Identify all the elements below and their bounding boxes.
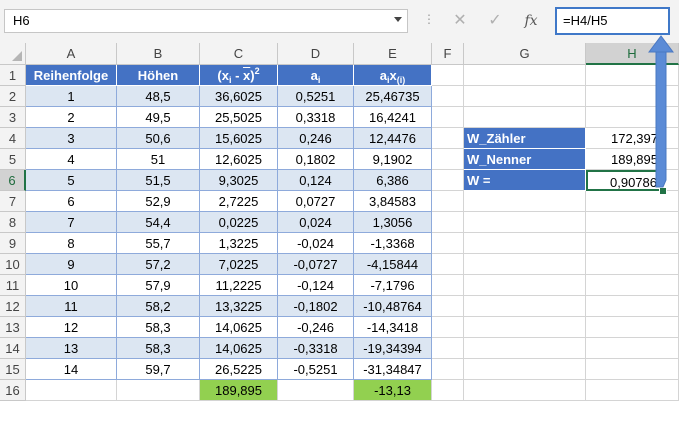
- annotation-arrow: [648, 35, 674, 188]
- arrow-shaft: [655, 51, 667, 188]
- arrow-head: [648, 35, 674, 53]
